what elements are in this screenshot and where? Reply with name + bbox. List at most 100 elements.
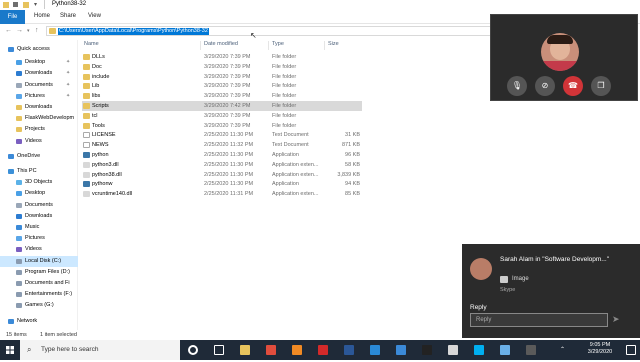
microphone-button[interactable]: 🎙 [507,76,527,96]
column-header-size[interactable]: Size [328,41,339,47]
sidebar-item[interactable]: FlaskWebDevelopm [0,113,78,124]
send-icon[interactable]: ➤ [612,314,620,325]
sidebar-item[interactable]: Desktop [0,188,78,199]
mail-icon[interactable] [448,345,458,355]
divider[interactable] [268,41,269,50]
file-name: Doc [92,63,102,70]
sidebar-item[interactable]: Documents and Fi [0,278,78,289]
sidebar-item[interactable]: Videos [0,136,78,147]
file-row[interactable]: DLLs 3/29/2020 7:39 PM File folder [82,52,362,62]
back-arrow-icon[interactable]: ← [5,27,12,34]
file-row[interactable]: python38.dll 2/25/2020 11:30 PM Applicatio… [82,170,362,180]
calculator-icon[interactable] [526,345,536,355]
sidebar-item[interactable]: Games (G:) [0,300,78,311]
properties-icon[interactable] [13,2,18,7]
sidebar-item[interactable]: Music [0,222,78,233]
tab-share[interactable]: Share [60,13,76,19]
sidebar-item[interactable]: Downloads [0,102,78,113]
sidebar-item[interactable]: Videos [0,244,78,255]
sidebar-item[interactable]: Pictures [0,233,78,244]
sidebar-item[interactable]: 3D Objects [0,177,78,188]
forward-arrow-icon[interactable]: → [16,27,23,34]
notification-app: Skype [500,287,516,293]
file-type: Application [272,152,299,158]
file-row[interactable]: Tools 3/29/2020 7:39 PM File folder [82,121,362,131]
clock[interactable]: 9:05 PM 3/29/2020 [578,342,622,356]
new-folder-icon[interactable] [23,2,29,8]
sidebar-item[interactable]: Pictures ✦ [0,91,78,102]
sidebar-item[interactable]: Program Files (D:) [0,267,78,278]
chrome-icon[interactable] [266,345,276,355]
tab-file[interactable]: File [0,10,25,24]
word-icon[interactable] [344,345,354,355]
vscode-icon[interactable] [370,345,380,355]
sidebar-item-label: Network [17,317,38,324]
file-row[interactable]: python3.dll 2/25/2020 11:30 PM Application… [82,160,362,170]
file-type: File folder [272,63,297,70]
sidebar-item[interactable]: Downloads [0,211,78,222]
address-path[interactable]: C:\Users\User\AppData\Local\Programs\Pyt… [58,28,209,35]
sidebar-item[interactable]: Desktop ✦ [0,57,78,68]
dll-file-icon [83,191,90,198]
navigation-pane[interactable]: Quick access Desktop ✦ Downloads ✦ Documents ✦… [0,40,78,330]
column-header-name[interactable]: Name [84,41,99,47]
sidebar-item[interactable]: Local Disk (C:) [0,255,78,267]
file-row[interactable]: Lib 3/29/2020 7:39 PM File folder [82,81,362,91]
sidebar-item[interactable]: Projects [0,124,78,135]
notifications-icon[interactable] [626,345,636,355]
sidebar-item[interactable]: Entertainments (F:) [0,289,78,300]
switch-window-button[interactable]: ❐ [591,76,611,96]
file-row[interactable]: tcl 3/29/2020 7:39 PM File folder [82,111,362,121]
file-row[interactable]: Scripts 3/29/2020 7:42 PM File folder [82,101,362,111]
address-input[interactable]: C:\Users\User\AppData\Local\Programs\Pyt… [46,26,492,36]
hang-up-button[interactable]: ☎ [563,76,583,96]
system-tray-icon[interactable]: ⌃ [560,346,565,353]
file-row[interactable]: python 2/25/2020 11:30 PM Application 96 KB [82,150,362,160]
divider[interactable] [200,41,201,50]
sidebar-item[interactable]: Documents ✦ [0,80,78,91]
sidebar-item[interactable]: OneDrive [0,151,78,162]
file-row[interactable]: libs 3/29/2020 7:39 PM File folder [82,91,362,101]
sidebar-item[interactable]: Network [0,316,78,327]
firefox-icon[interactable] [292,345,302,355]
sidebar-item-label: Games (G:) [25,302,54,309]
media-icon[interactable] [396,345,406,355]
reply-input[interactable]: Reply [470,313,608,327]
skype-icon[interactable] [474,345,484,355]
sidebar-item[interactable]: Documents [0,200,78,211]
cortana-icon[interactable] [188,345,198,355]
video-call-window[interactable]: 🎙 ⊘ ☎ ❐ [490,14,638,101]
file-explorer-icon[interactable] [240,345,250,355]
file-row[interactable]: LICENSE 2/25/2020 11:30 PM Text Document 31… [82,130,362,140]
tab-home[interactable]: Home [34,13,50,19]
file-row[interactable]: vcruntime140.dll 2/25/2020 11:31 PM Applic… [82,189,362,199]
file-type: Application [272,181,299,188]
notepad-icon[interactable] [500,345,510,355]
column-header-type[interactable]: Type [272,41,284,47]
taskbar-search[interactable]: ⌕ Type here to search [20,340,180,360]
file-row[interactable]: pythonw 2/25/2020 11:30 PM Application 94 K… [82,179,362,189]
task-view-icon[interactable] [214,345,224,355]
divider[interactable] [324,41,325,50]
camera-off-button[interactable]: ⊘ [535,76,555,96]
acrobat-icon[interactable] [318,345,328,355]
sidebar-item[interactable]: Downloads ✦ [0,68,78,79]
skype-notification[interactable]: Sarah Alam in "Software Developm..." Ima… [462,244,640,338]
file-row[interactable]: Doc 3/29/2020 7:39 PM File folder [82,62,362,72]
sidebar-item-label: Desktop [25,190,46,197]
file-name: python38.dll [92,171,122,178]
tab-view[interactable]: View [88,13,101,19]
column-header-date[interactable]: Date modified [204,41,238,47]
file-row[interactable]: include 3/29/2020 7:39 PM File folder [82,72,362,82]
recent-locations-icon[interactable]: ▾ [27,28,30,34]
sidebar-item[interactable]: This PC [0,166,78,177]
avatar [541,33,579,71]
start-button[interactable] [0,340,20,360]
chevron-down-icon[interactable]: ▾ [34,1,40,8]
sidebar-item[interactable]: Quick access [0,44,78,55]
up-arrow-icon[interactable]: ↑ [35,27,39,34]
drive-icon [16,269,22,275]
terminal-icon[interactable] [422,345,432,355]
file-row[interactable]: NEWS 2/25/2020 11:32 PM Text Document 871 K… [82,140,362,150]
file-name: DLLs [92,54,105,60]
